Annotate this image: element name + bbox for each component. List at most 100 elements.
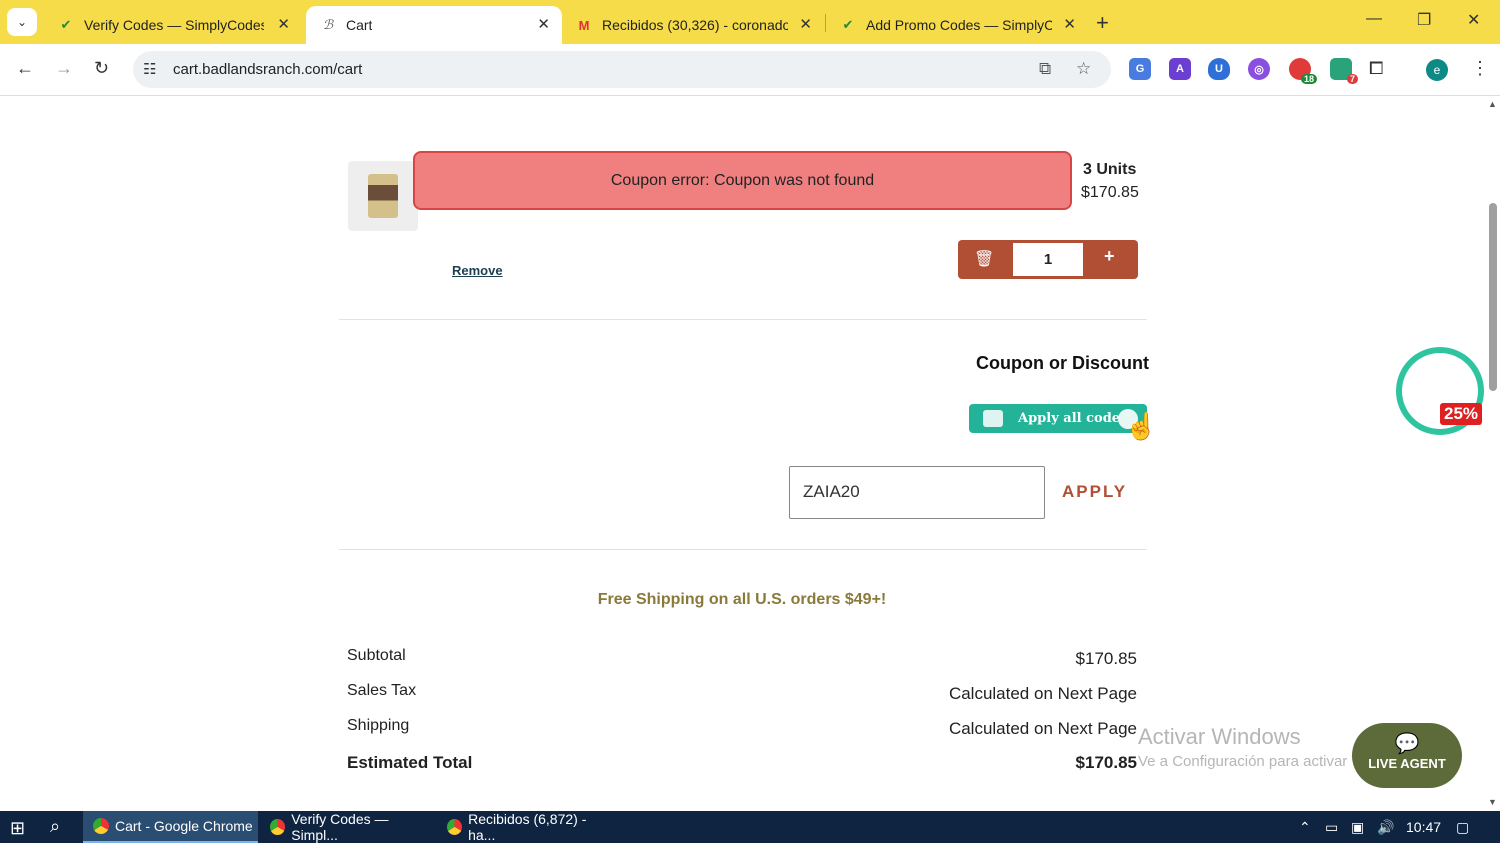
product-thumbnail[interactable]	[348, 161, 418, 231]
sales-tax-label: Sales Tax	[347, 682, 417, 699]
scroll-thumb[interactable]	[1489, 203, 1497, 391]
divider	[339, 319, 1147, 320]
tray-device-icon[interactable]: ▭	[1325, 819, 1338, 836]
taskbar-item-cart[interactable]: Cart - Google Chrome	[83, 811, 258, 843]
browser-toolbar: ← → ↻ ☷ cart.badlandsranch.com/cart ⧉ ☆ …	[0, 44, 1500, 96]
tab-title: Add Promo Codes — SimplyCo	[866, 17, 1052, 33]
simplycodes-logo-icon	[983, 410, 1003, 427]
tab-title: Verify Codes — SimplyCodes	[84, 17, 264, 33]
tab-title: Recibidos (30,326) - coronadoe	[602, 17, 788, 33]
tab-search-button[interactable]: ⌄	[7, 8, 37, 36]
promo-badge[interactable]: 25%	[1396, 347, 1484, 435]
url-text[interactable]: cart.badlandsranch.com/cart	[173, 61, 362, 78]
close-icon[interactable]: ✕	[1063, 15, 1076, 33]
close-window-icon[interactable]: ✕	[1467, 10, 1480, 30]
scroll-up-icon[interactable]: ▲	[1488, 99, 1497, 109]
menu-dots-icon[interactable]: ⋮	[1471, 58, 1489, 79]
trash-icon[interactable]: 🗑	[974, 249, 994, 269]
restore-icon[interactable]: ❐	[1417, 10, 1431, 30]
gmail-icon: M	[578, 17, 590, 33]
free-shipping-notice: Free Shipping on all U.S. orders $49+!	[597, 591, 887, 608]
font-extension-icon[interactable]: A	[1169, 58, 1191, 80]
tab-add-promo[interactable]: ✔ Add Promo Codes — SimplyCo ✕	[826, 6, 1088, 44]
minimize-icon[interactable]: —	[1366, 10, 1382, 28]
quantity-value[interactable]: 1	[1013, 243, 1083, 276]
network-icon[interactable]: ▣	[1351, 819, 1364, 836]
scroll-down-icon[interactable]: ▼	[1488, 797, 1497, 807]
extension-red-icon[interactable]: 18	[1289, 58, 1317, 84]
windows-start-icon[interactable]: ⊞	[10, 818, 25, 839]
estimated-total-value: $170.85	[1075, 753, 1137, 772]
close-icon[interactable]: ✕	[537, 15, 550, 33]
apply-button[interactable]: APPLY	[1062, 482, 1127, 502]
product-image	[368, 174, 398, 218]
badlands-icon: ℬ	[322, 17, 334, 32]
back-icon[interactable]: ←	[16, 58, 34, 79]
item-price: $170.85	[1081, 184, 1139, 201]
apply-all-label: Apply all codes	[1018, 411, 1128, 426]
item-units: 3 Units	[1083, 161, 1137, 178]
pointer-cursor-icon: ☝	[1125, 411, 1158, 441]
chrome-icon	[93, 818, 109, 834]
simplycodes-icon: ✔	[842, 17, 854, 32]
extension-badge: 18	[1300, 74, 1317, 84]
cart-page: Coupon error: Coupon was not found 3 Uni…	[0, 97, 1500, 811]
taskbar: ⊞ ⌕ Cart - Google Chrome Verify Codes — …	[0, 811, 1500, 843]
remove-link[interactable]: Remove	[452, 263, 503, 278]
chrome-icon	[270, 819, 286, 835]
coupon-error-banner: Coupon error: Coupon was not found	[413, 151, 1072, 210]
taskbar-item-label: Verify Codes — Simpl...	[291, 811, 389, 843]
simplycodes-icon: ✔	[60, 17, 72, 32]
chrome-icon	[447, 819, 463, 835]
tab-verify-codes[interactable]: ✔ Verify Codes — SimplyCodes ✕	[44, 6, 302, 44]
chat-icon: 💬	[1394, 733, 1420, 755]
sales-tax-value: Calculated on Next Page	[948, 684, 1137, 703]
taskbar-item-gmail[interactable]: Recibidos (6,872) - ha...	[437, 811, 609, 843]
profile-avatar[interactable]: e	[1426, 59, 1448, 81]
tab-gmail[interactable]: M Recibidos (30,326) - coronadoe ✕	[562, 6, 824, 44]
divider	[339, 549, 1147, 550]
puzzle-icon[interactable]: ⧠	[1369, 58, 1383, 79]
shield-icon[interactable]: U	[1208, 58, 1230, 80]
coupon-heading: Coupon or Discount	[976, 353, 1149, 373]
plus-icon[interactable]: +	[1104, 246, 1115, 267]
apply-all-codes-button[interactable]: Apply all codes	[969, 404, 1147, 433]
live-agent-button[interactable]: 💬 LIVE AGENT	[1352, 723, 1462, 788]
volume-icon[interactable]: 🔊	[1377, 819, 1394, 836]
extension-green-icon[interactable]: 7	[1330, 58, 1358, 84]
site-info-icon[interactable]: ☷	[143, 60, 156, 78]
clock[interactable]: 10:47	[1406, 819, 1441, 835]
windows-watermark-title: Activar Windows	[1138, 724, 1301, 749]
search-icon[interactable]: ⌕	[50, 816, 60, 837]
page-scrollbar[interactable]: ▲ ▼	[1486, 97, 1500, 811]
taskbar-item-verify[interactable]: Verify Codes — Simpl...	[260, 811, 432, 843]
notifications-icon[interactable]: ▢	[1456, 819, 1469, 836]
tab-strip: ⌄ ✔ Verify Codes — SimplyCodes ✕ ℬ Cart …	[0, 0, 1500, 44]
reload-icon[interactable]: ↻	[94, 58, 109, 79]
coupon-input[interactable]: ZAIA20	[789, 466, 1045, 519]
star-icon[interactable]: ☆	[1076, 59, 1091, 79]
forward-icon[interactable]: →	[55, 58, 73, 79]
translate-icon[interactable]: ⧉	[1039, 59, 1051, 79]
new-tab-icon[interactable]: +	[1096, 10, 1109, 36]
tab-title: Cart	[346, 17, 373, 33]
address-bar[interactable]: ☷ cart.badlandsranch.com/cart ⧉ ☆	[133, 51, 1111, 88]
tab-cart[interactable]: ℬ Cart ✕	[306, 6, 562, 44]
taskbar-item-label: Cart - Google Chrome	[115, 818, 253, 834]
close-icon[interactable]: ✕	[799, 15, 812, 33]
subtotal-value: $170.85	[1075, 649, 1137, 668]
estimated-total-label: Estimated Total	[347, 753, 473, 772]
live-agent-label: LIVE AGENT	[1368, 756, 1446, 771]
chevron-down-icon: ⌄	[16, 15, 28, 29]
tray-chevron-icon[interactable]: ⌃	[1299, 819, 1311, 836]
extension-circle-icon[interactable]: ◎	[1248, 58, 1270, 80]
promo-percent: 25%	[1440, 403, 1483, 425]
shipping-label: Shipping	[347, 717, 410, 734]
extension-badge: 7	[1346, 74, 1358, 84]
subtotal-label: Subtotal	[347, 647, 406, 664]
taskbar-item-label: Recibidos (6,872) - ha...	[468, 811, 587, 843]
quantity-stepper: 🗑 1 +	[958, 240, 1138, 279]
shipping-value: Calculated on Next Page	[948, 719, 1137, 738]
close-icon[interactable]: ✕	[277, 15, 290, 33]
translate-extension-icon[interactable]: G	[1129, 58, 1151, 80]
